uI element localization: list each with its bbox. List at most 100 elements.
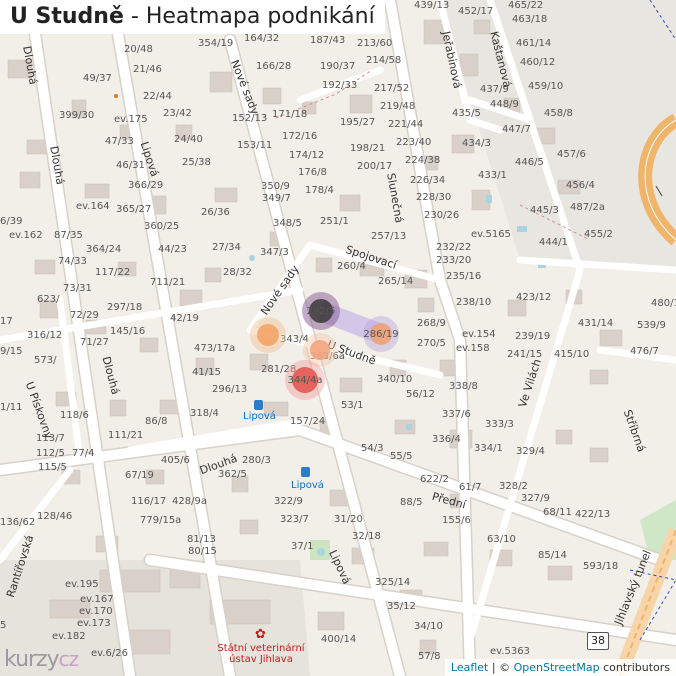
bus-stop-icon[interactable] <box>254 400 263 410</box>
house-number: 57/8 <box>418 651 441 662</box>
house-number: 187/43 <box>310 35 346 46</box>
house-number: 439/13 <box>414 0 450 11</box>
house-number: 54/3 <box>361 443 384 454</box>
house-number: ev.195 <box>65 579 99 590</box>
house-number: 239/19 <box>515 331 551 342</box>
house-number: 34/10 <box>414 621 443 632</box>
house-number: 323/7 <box>280 514 309 525</box>
house-number: 195/27 <box>340 117 376 128</box>
house-number: 226/34 <box>410 175 446 186</box>
house-number: 32/18 <box>352 531 381 542</box>
house-number: 452/17 <box>458 6 494 17</box>
house-number: ev.164 <box>76 201 110 212</box>
house-number: 336/4 <box>432 434 461 445</box>
house-number: 318/4 <box>190 408 219 419</box>
house-number: 26/36 <box>201 207 230 218</box>
house-number: 365/27 <box>116 204 152 215</box>
house-number: ev.175 <box>114 114 148 125</box>
house-number: 337/6 <box>442 409 471 420</box>
house-number: 444/1 <box>539 237 568 248</box>
house-number: 77/4 <box>72 448 95 459</box>
house-number: 136/62 <box>0 517 36 528</box>
house-number: 128/46 <box>37 511 73 522</box>
house-number: 223/40 <box>396 137 432 148</box>
house-number: 157/24 <box>290 416 326 427</box>
house-number: 428/9a <box>172 496 207 507</box>
bus-stop-label: Lipová <box>291 480 324 491</box>
house-number: 338/8 <box>449 381 478 392</box>
attribution-separator: | © <box>488 661 514 674</box>
house-number: 214/58 <box>366 55 402 66</box>
house-number: 325/14 <box>375 577 411 588</box>
house-number: ev.6/26 <box>91 648 128 659</box>
house-number: 260/4 <box>337 261 366 272</box>
house-number: 44/23 <box>158 244 187 255</box>
house-number: 176/8 <box>298 167 327 178</box>
house-number: 476/7 <box>630 346 659 357</box>
house-number: 333/3 <box>485 419 514 430</box>
house-number: 28/32 <box>223 267 252 278</box>
house-number: 343/4 <box>280 334 309 345</box>
house-number: 334/1 <box>474 443 503 454</box>
map-attribution: Leaflet | © OpenStreetMap contributors <box>444 659 676 676</box>
osm-link[interactable]: OpenStreetMap <box>514 661 600 674</box>
house-number: 81/13 <box>187 534 216 545</box>
house-number: 118/6 <box>60 410 89 421</box>
house-number: 5 <box>0 620 7 631</box>
house-number: 445/3 <box>530 205 559 216</box>
house-number: 74/33 <box>58 256 87 267</box>
house-number: 457/6 <box>557 149 586 160</box>
house-number: 112/5 <box>36 448 65 459</box>
house-number: 9/15 <box>0 346 23 357</box>
house-number: 349/7 <box>262 193 291 204</box>
house-number: 447/7 <box>502 124 531 135</box>
house-number: 145/16 <box>110 326 146 337</box>
house-number: 67/19 <box>125 470 154 481</box>
house-number: 25/38 <box>182 157 211 168</box>
title-location: U Studně <box>10 4 124 29</box>
house-number: 153/11 <box>237 140 273 151</box>
house-number: 73/31 <box>63 283 92 294</box>
road-shield-38: 38 <box>587 632 609 650</box>
house-number: 539/9 <box>637 320 666 331</box>
house-number: 85/14 <box>538 550 567 561</box>
house-number: 192/33 <box>322 80 358 91</box>
house-number: 354/19 <box>198 38 234 49</box>
house-number: 316/12 <box>27 330 63 341</box>
house-number: 362/5 <box>218 469 247 480</box>
house-number: 251/1 <box>320 216 349 227</box>
house-number: 224/38 <box>405 155 441 166</box>
house-number: 37/1 <box>291 541 314 552</box>
bus-stop-icon[interactable] <box>301 467 310 477</box>
house-number: 270/5 <box>417 338 446 349</box>
house-number: 235/16 <box>446 271 482 282</box>
house-number: 22/44 <box>143 91 172 102</box>
house-number: 257/13 <box>371 231 407 242</box>
house-number: 463/18 <box>512 14 548 25</box>
leaflet-link[interactable]: Leaflet <box>451 661 488 674</box>
veterinary-label: Státní veterinární ústav Jihlava <box>217 643 305 665</box>
house-number: 405/6 <box>161 455 190 466</box>
house-number: 446/5 <box>515 157 544 168</box>
house-number: 364/24 <box>86 244 122 255</box>
house-number: 328/2 <box>499 481 528 492</box>
house-number: ev.5363 <box>490 646 530 657</box>
house-number: 88/5 <box>400 497 423 508</box>
title-rest: - Heatmapa podnikání <box>123 4 375 29</box>
house-number: 53/1 <box>341 400 364 411</box>
map-stage[interactable]: 439/13 452/17 465/22 463/18 354/19 164/32 187/… <box>0 0 676 676</box>
attribution-contributors: contributors <box>599 661 670 674</box>
house-number: 434/3 <box>462 138 491 149</box>
house-number: 422/13 <box>575 509 611 520</box>
house-number: 268/9 <box>417 318 446 329</box>
house-number: 487/2a <box>570 202 605 213</box>
house-number: 72/29 <box>70 310 99 321</box>
house-number: 86/8 <box>145 416 168 427</box>
house-number: 340/10 <box>377 374 413 385</box>
house-number: 190/37 <box>320 61 356 72</box>
house-number: 6/39 <box>0 216 23 227</box>
house-number: 219/48 <box>380 101 416 112</box>
house-number: 431/14 <box>578 318 614 329</box>
house-number: 23/42 <box>163 108 192 119</box>
house-number: 166/28 <box>256 61 292 72</box>
